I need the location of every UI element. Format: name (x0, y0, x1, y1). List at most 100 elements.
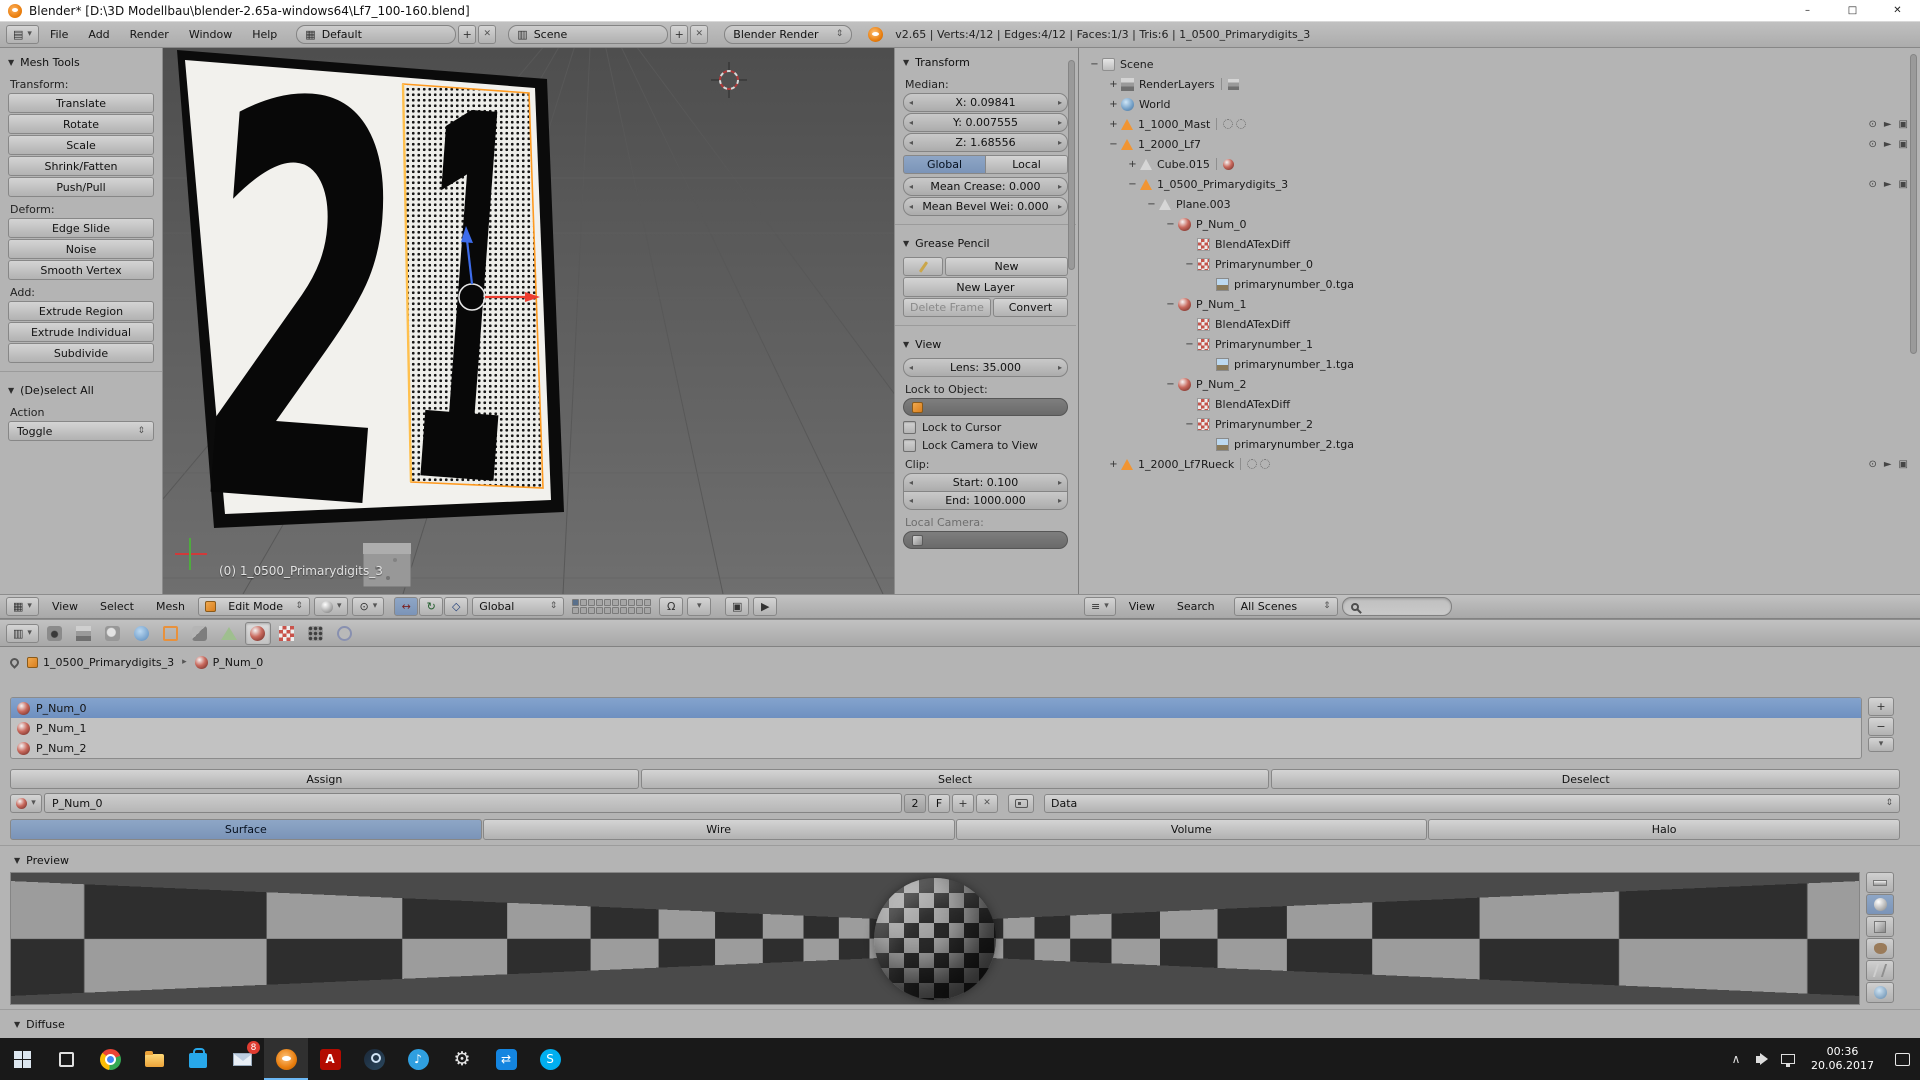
viewport-shading-select[interactable]: ▾ (313, 597, 349, 616)
spin-left-icon[interactable]: ◂ (909, 478, 913, 487)
render-tab[interactable] (42, 622, 68, 645)
particles-tab[interactable] (303, 622, 329, 645)
orientation-select[interactable]: Global ⇕ (472, 597, 565, 616)
texture-tab[interactable] (274, 622, 300, 645)
outliner-item-pnum2[interactable]: − P_Num_2 (1079, 374, 1920, 394)
visibility-icon[interactable]: ⊙ (1868, 459, 1876, 470)
collapse-icon[interactable]: − (1163, 299, 1178, 310)
collapse-icon[interactable]: − (1182, 339, 1197, 350)
shrink-fatten-button[interactable]: Shrink/Fatten (8, 156, 154, 176)
smooth-vertex-button[interactable]: Smooth Vertex (8, 260, 154, 280)
window-menu[interactable]: Window (180, 28, 241, 41)
outliner-view-menu[interactable]: View (1120, 600, 1164, 613)
collapse-icon[interactable]: − (1125, 179, 1140, 190)
hidden-icons-button[interactable]: ∧ (1723, 1038, 1749, 1080)
pin-icon[interactable] (8, 655, 21, 669)
renderable-icon[interactable]: ▣ (1899, 119, 1908, 130)
local-camera-field[interactable] (903, 531, 1068, 549)
physics-tab[interactable] (332, 622, 358, 645)
convert-button[interactable]: Convert (992, 298, 1068, 317)
visibility-icon[interactable]: ⊙ (1868, 139, 1876, 150)
editor-type-info-button[interactable]: ▤ ▾ (6, 25, 39, 44)
outliner-item-primarynumber0[interactable]: − Primarynumber_0 (1079, 254, 1920, 274)
material-specials-button[interactable]: ▾ (1868, 737, 1894, 752)
add-material-slot-button[interactable]: + (1868, 697, 1894, 716)
preview-panel-header[interactable]: ▼ Preview (0, 845, 1920, 870)
volume-button[interactable] (1749, 1038, 1775, 1080)
spin-right-icon[interactable]: ▸ (1058, 118, 1062, 127)
rotate-manipulator-button[interactable]: ↻ (419, 597, 444, 616)
subdivide-button[interactable]: Subdivide (8, 343, 154, 363)
file-menu[interactable]: File (41, 28, 77, 41)
render-menu[interactable]: Render (121, 28, 178, 41)
editor-type-properties-button[interactable]: ▥ ▾ (6, 623, 39, 643)
outliner-item-pnum0[interactable]: − P_Num_0 (1079, 214, 1920, 234)
fake-user-button[interactable]: F (928, 793, 950, 813)
mean-bevel-slider[interactable]: ◂ Mean Bevel Wei: 0.000 ▸ (903, 197, 1068, 216)
edge-slide-button[interactable]: Edge Slide (8, 218, 154, 238)
scale-button[interactable]: Scale (8, 135, 154, 155)
view-menu[interactable]: View (43, 600, 87, 613)
layers-widget[interactable] (572, 599, 652, 614)
new-material-button[interactable]: + (952, 793, 974, 813)
mesh-tools-panel-header[interactable]: ▼ Mesh Tools (8, 52, 154, 72)
store-taskbar-button[interactable] (176, 1038, 220, 1080)
minimize-button[interactable]: – (1785, 0, 1830, 21)
spin-left-icon[interactable]: ◂ (909, 98, 913, 107)
remove-material-slot-button[interactable]: − (1868, 717, 1894, 736)
diffuse-panel-header[interactable]: ▼ Diffuse (0, 1009, 1920, 1034)
selectable-icon[interactable]: ► (1884, 139, 1892, 150)
view-panel-header[interactable]: ▼ View (903, 334, 1068, 354)
mesh-menu[interactable]: Mesh (147, 600, 194, 613)
spin-left-icon[interactable]: ◂ (909, 496, 913, 505)
material-tab[interactable] (244, 621, 271, 645)
selectable-icon[interactable]: ► (1884, 119, 1892, 130)
translate-button[interactable]: Translate (8, 93, 154, 113)
median-z-field[interactable]: ◂ Z: 1.68556 ▸ (903, 133, 1068, 152)
deselect-button[interactable]: Deselect (1271, 769, 1901, 789)
spin-right-icon[interactable]: ▸ (1058, 496, 1062, 505)
collapse-icon[interactable]: − (1144, 199, 1159, 210)
3d-viewport[interactable]: 2 1 (0) 1_0500_Primarydigits_3 (163, 48, 894, 594)
lock-object-field[interactable] (903, 398, 1068, 416)
browse-material-button[interactable]: ▾ (10, 793, 42, 813)
outliner-item-primarynumber1-tga[interactable]: primarynumber_1.tga (1079, 354, 1920, 374)
collapse-icon[interactable]: − (1182, 419, 1197, 430)
local-toggle[interactable]: Local (986, 155, 1068, 174)
breadcrumb-material[interactable]: P_Num_0 (194, 655, 263, 669)
close-button[interactable]: ✕ (1875, 0, 1920, 21)
explorer-taskbar-button[interactable] (132, 1038, 176, 1080)
halo-tab[interactable]: Halo (1428, 819, 1900, 840)
global-toggle[interactable]: Global (903, 155, 986, 174)
users-count-button[interactable]: 2 (904, 793, 926, 813)
assign-button[interactable]: Assign (10, 769, 639, 789)
selectable-icon[interactable]: ► (1884, 179, 1892, 190)
preview-world-button[interactable] (1866, 982, 1894, 1003)
delete-frame-button[interactable]: Delete Frame (903, 298, 991, 317)
steam-taskbar-button[interactable] (352, 1038, 396, 1080)
collapse-icon[interactable]: − (1106, 139, 1121, 150)
spin-right-icon[interactable]: ▸ (1058, 138, 1062, 147)
spin-left-icon[interactable]: ◂ (909, 138, 913, 147)
spin-right-icon[interactable]: ▸ (1058, 182, 1062, 191)
breadcrumb-object[interactable]: 1_0500_Primarydigits_3 (27, 656, 174, 669)
3d-cursor[interactable] (711, 62, 747, 98)
collapse-icon[interactable]: − (1163, 219, 1178, 230)
lock-camera-checkbox[interactable] (903, 439, 916, 452)
pivot-select[interactable]: ⊙ ▾ (352, 597, 385, 616)
add-scene-button[interactable]: + (670, 25, 689, 44)
spin-left-icon[interactable]: ◂ (909, 182, 913, 191)
render-engine-select[interactable]: Blender Render ⇕ (724, 25, 853, 44)
median-y-field[interactable]: ◂ Y: 0.007555 ▸ (903, 113, 1068, 132)
expand-icon[interactable]: + (1106, 459, 1121, 470)
outliner-item-cube015[interactable]: + Cube.015 (1079, 154, 1920, 174)
media-player-taskbar-button[interactable]: ♪ (396, 1038, 440, 1080)
visibility-icon[interactable]: ⊙ (1868, 179, 1876, 190)
material-link-select[interactable]: Data ⇕ (1044, 793, 1900, 813)
help-menu[interactable]: Help (243, 28, 286, 41)
material-slot-pnum2[interactable]: P_Num_2 (11, 738, 1861, 758)
editor-type-3dview-button[interactable]: ▦ ▾ (6, 597, 39, 616)
extrude-individual-button[interactable]: Extrude Individual (8, 322, 154, 342)
start-button[interactable] (0, 1038, 44, 1080)
opengl-render-anim-button[interactable]: ▶ (753, 597, 778, 616)
